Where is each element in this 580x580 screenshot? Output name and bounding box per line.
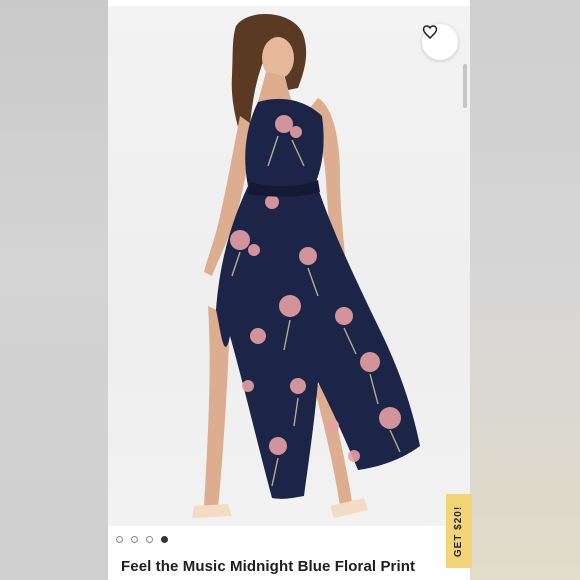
product-title: Feel the Music Midnight Blue Floral Prin… [121, 558, 416, 575]
scrollbar-thumb[interactable] [463, 64, 467, 108]
promo-label: GET $20! [453, 505, 465, 557]
scrollbar[interactable] [463, 64, 467, 174]
carousel-dot[interactable] [131, 536, 138, 543]
model-illustration [192, 14, 420, 518]
favorite-button[interactable] [422, 24, 458, 60]
product-screen: Feel the Music Midnight Blue Floral Prin… [108, 0, 470, 580]
carousel-indicator [116, 536, 168, 543]
carousel-dot-active[interactable] [161, 536, 168, 543]
carousel-dot[interactable] [116, 536, 123, 543]
promo-tab-button[interactable]: GET $20! [446, 494, 472, 568]
product-photo[interactable] [108, 6, 470, 526]
background-left-blur [0, 0, 108, 580]
background-right-blur [470, 0, 580, 580]
carousel-dot[interactable] [146, 536, 153, 543]
heart-outline-icon [422, 25, 438, 40]
